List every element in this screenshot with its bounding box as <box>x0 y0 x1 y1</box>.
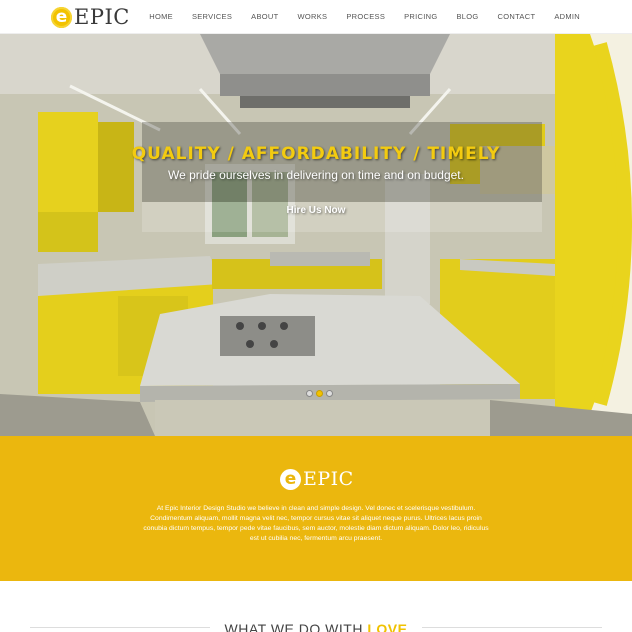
site-header: e EPIC HOME SERVICES ABOUT WORKS PROCESS… <box>0 0 632 34</box>
section-title: WHAT WE DO WITH LOVE <box>0 621 632 632</box>
hero-slider: QUALITY / AFFORDABILITY / TIMELY We prid… <box>0 34 632 436</box>
nav-process[interactable]: PROCESS <box>346 12 385 21</box>
nav-works[interactable]: WORKS <box>298 12 328 21</box>
slider-dot-3[interactable] <box>326 390 333 397</box>
intro-band: e EPIC At Epic Interior Design Studio we… <box>0 436 632 581</box>
nav-pricing[interactable]: PRICING <box>404 12 437 21</box>
logo-text: EPIC <box>74 5 130 29</box>
page: e EPIC HOME SERVICES ABOUT WORKS PROCESS… <box>0 0 632 632</box>
kitchen-image <box>0 34 632 436</box>
hire-us-button[interactable]: Hire Us Now <box>268 200 364 222</box>
nav-services[interactable]: SERVICES <box>192 12 232 21</box>
band-logo: e EPIC <box>280 468 354 490</box>
band-logo-e-icon: e <box>280 468 301 490</box>
nav-about[interactable]: ABOUT <box>251 12 278 21</box>
main-nav: HOME SERVICES ABOUT WORKS PROCESS PRICIN… <box>149 12 580 21</box>
hero-subtitle: We pride ourselves in delivering on time… <box>168 168 464 182</box>
nav-admin[interactable]: ADMIN <box>554 12 580 21</box>
logo-e-icon: e <box>51 6 72 28</box>
slider-dot-1[interactable] <box>306 390 313 397</box>
slider-dot-2[interactable] <box>316 390 323 397</box>
band-logo-text: EPIC <box>303 468 354 490</box>
hero-title: QUALITY / AFFORDABILITY / TIMELY <box>131 144 501 164</box>
section-title-prefix: WHAT WE DO WITH <box>224 621 368 632</box>
site-logo[interactable]: e EPIC <box>51 5 130 29</box>
slider-pagination <box>306 390 333 397</box>
nav-home[interactable]: HOME <box>149 12 173 21</box>
what-we-do-section: WHAT WE DO WITH LOVE <box>0 581 632 632</box>
nav-blog[interactable]: BLOG <box>456 12 478 21</box>
nav-contact[interactable]: CONTACT <box>498 12 536 21</box>
intro-text: At Epic Interior Design Studio we believ… <box>143 505 489 542</box>
section-title-highlight: LOVE <box>367 621 408 632</box>
